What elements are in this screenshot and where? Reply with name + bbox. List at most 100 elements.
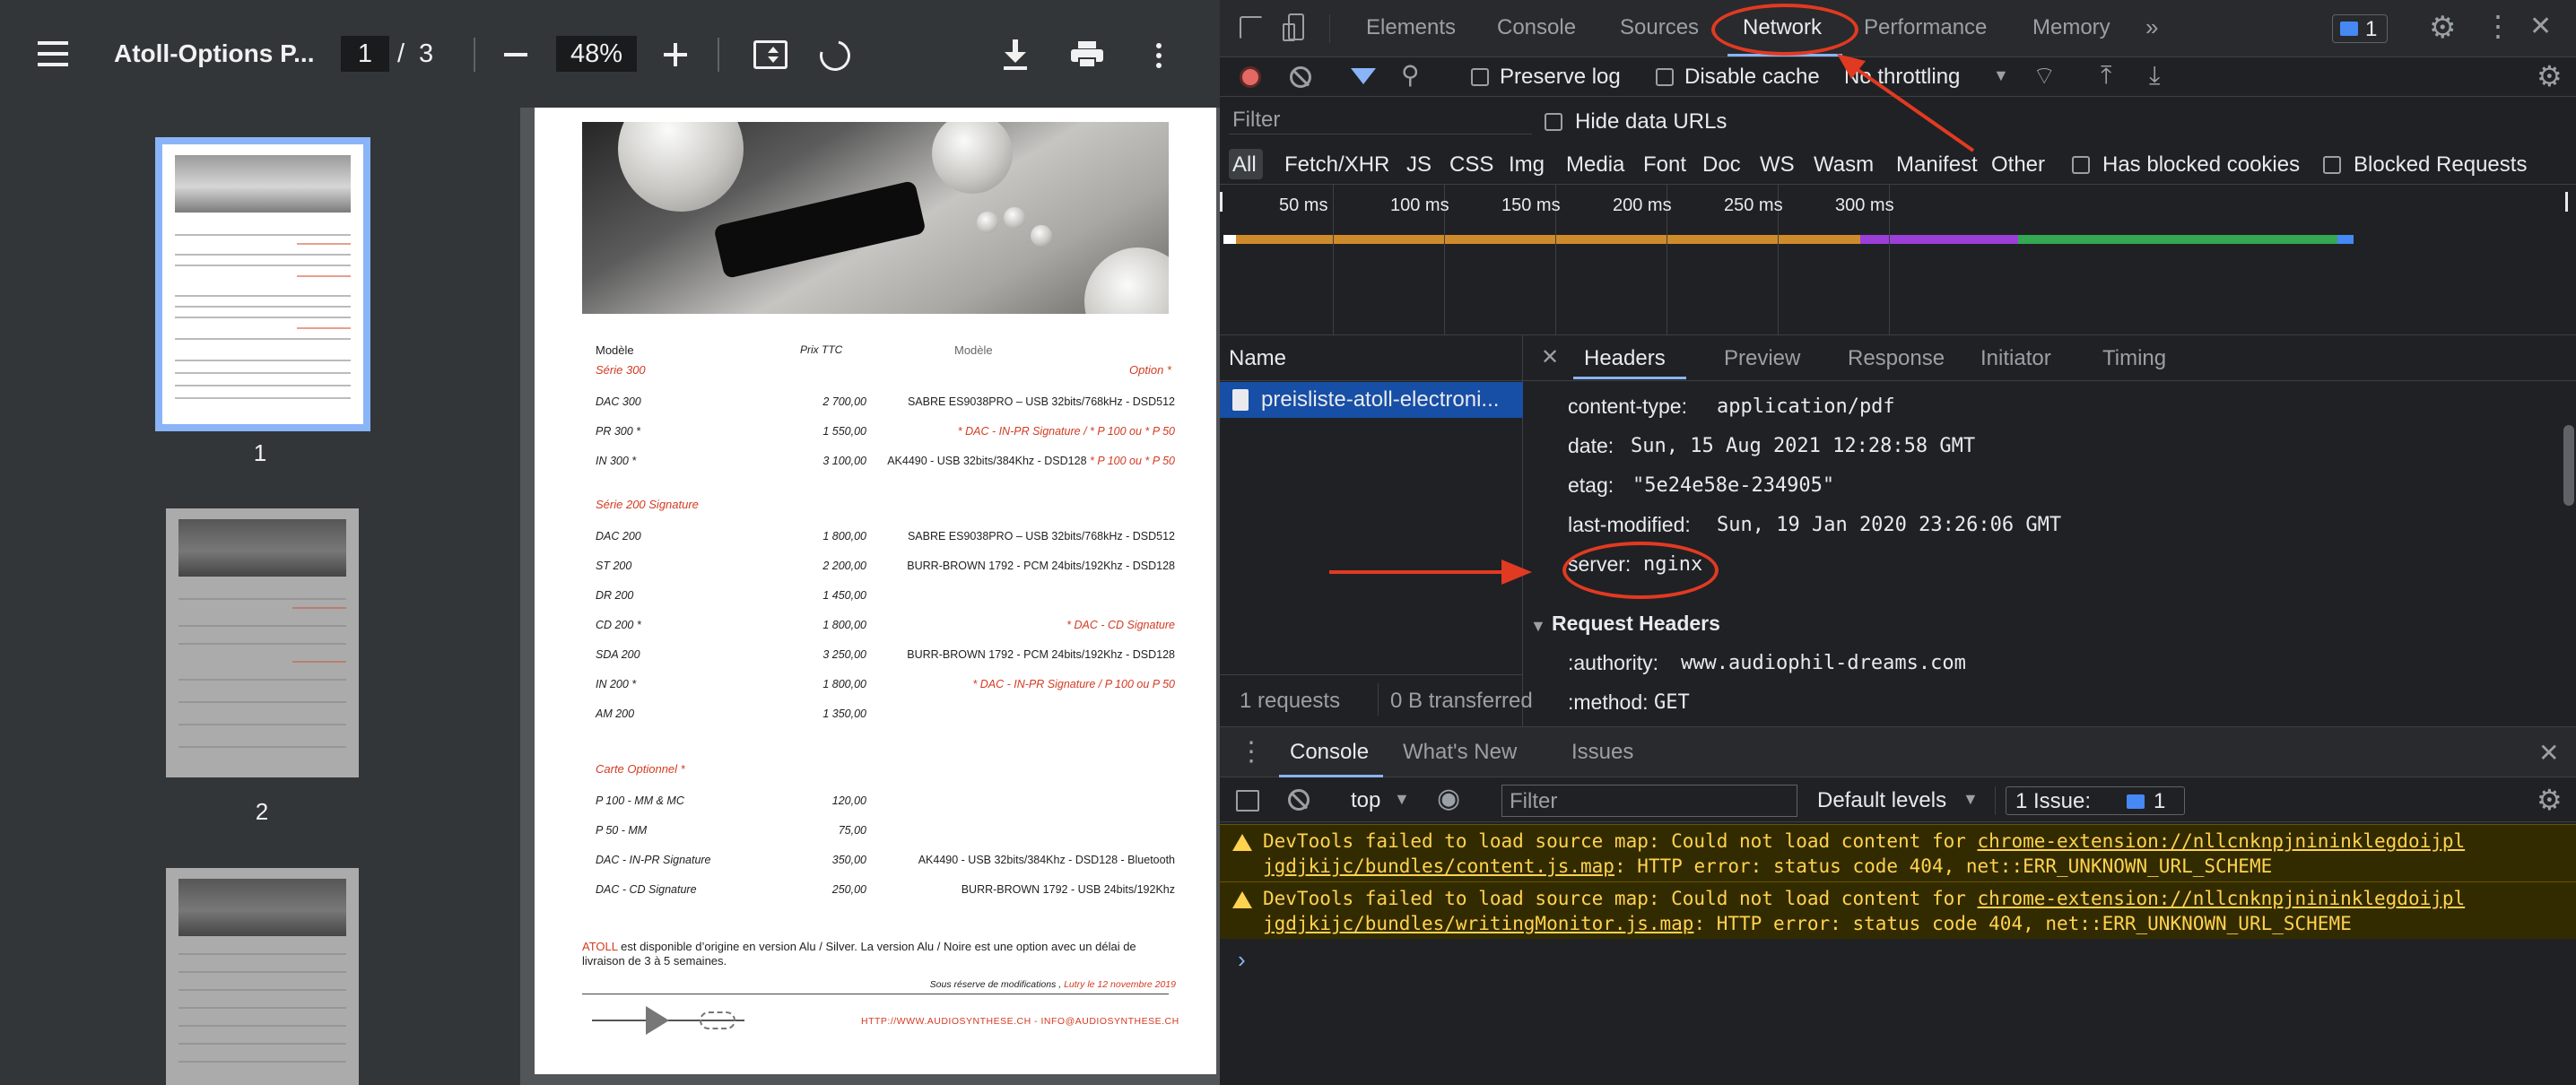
drawer-tab-console[interactable]: Console — [1290, 740, 1369, 765]
network-conditions-icon[interactable]: ⌔ — [2032, 61, 2056, 92]
live-expression-eye-icon[interactable]: ◉ — [1437, 783, 1460, 814]
type-filter-doc[interactable]: Doc — [1702, 152, 1741, 178]
tab-sources[interactable]: Sources — [1620, 15, 1699, 40]
disable-cache-checkbox[interactable] — [1656, 68, 1674, 86]
response-header-value: Sun, 15 Aug 2021 12:28:58 GMT — [1631, 435, 1976, 457]
type-filter-manifest[interactable]: Manifest — [1896, 152, 1978, 178]
drawer-tabbar: ⋮ Console What's New Issues ✕ — [1220, 727, 2576, 777]
drawer-menu-icon[interactable]: ⋮ — [1238, 736, 1265, 768]
thumbnail-2[interactable] — [166, 508, 359, 777]
menu-icon[interactable] — [38, 41, 68, 66]
type-filter-all[interactable]: All — [1232, 152, 1257, 178]
tab-console[interactable]: Console — [1497, 15, 1576, 40]
blocked-requests-checkbox[interactable] — [2323, 156, 2341, 174]
type-filter-css[interactable]: CSS — [1449, 152, 1493, 178]
price-row-value: 250,00 — [831, 883, 866, 896]
export-har-icon[interactable]: ⤓ — [2149, 61, 2160, 91]
timeline-tick-label: 200 ms — [1613, 195, 1672, 215]
more-options-icon[interactable] — [1156, 43, 1163, 68]
type-filter-wasm[interactable]: Wasm — [1814, 152, 1874, 178]
type-filter-other[interactable]: Other — [1991, 152, 2045, 178]
zoom-level: 48% — [570, 39, 623, 68]
filter-input[interactable]: Filter — [1229, 106, 1532, 135]
has-blocked-cookies-checkbox[interactable] — [2072, 156, 2090, 174]
col-header-price: Prix TTC — [800, 343, 843, 356]
context-select[interactable]: top — [1351, 788, 1380, 813]
sidebar-toggle-icon[interactable] — [1236, 790, 1259, 812]
page-number-input[interactable]: 1 — [341, 36, 389, 72]
close-drawer-icon[interactable]: ✕ — [2538, 738, 2559, 768]
detail-tab-preview[interactable]: Preview — [1724, 346, 1800, 371]
annotation-circle-server — [1562, 542, 1719, 599]
type-filter-fetch-xhr[interactable]: Fetch/XHR — [1284, 152, 1389, 178]
console-warning-message[interactable]: DevTools failed to load source map: Coul… — [1220, 881, 2576, 939]
console-filter-input[interactable]: Filter — [1501, 785, 1797, 817]
zoom-out-icon[interactable] — [504, 53, 527, 56]
drawer-tab-issues[interactable]: Issues — [1571, 740, 1633, 765]
tab-elements[interactable]: Elements — [1366, 15, 1456, 40]
overview-handle-left[interactable] — [1220, 192, 1223, 212]
console-settings-icon[interactable]: ⚙ — [2537, 783, 2563, 817]
thumbnail-3[interactable] — [166, 868, 359, 1085]
fit-page-icon[interactable] — [753, 40, 788, 69]
inspect-element-icon[interactable] — [1240, 16, 1263, 39]
thumbnail-1[interactable] — [155, 137, 370, 431]
detail-tab-timing[interactable]: Timing — [2102, 346, 2166, 371]
filter-icon[interactable] — [1351, 68, 1376, 84]
record-icon[interactable] — [1240, 66, 1261, 88]
drawer-tab-whats-new[interactable]: What's New — [1403, 740, 1517, 765]
overview-handle-right[interactable] — [2565, 192, 2568, 212]
zoom-in-icon[interactable] — [664, 43, 687, 66]
chevron-down-icon[interactable]: ▼ — [1993, 66, 2009, 85]
hide-data-urls-label: Hide data URLs — [1575, 109, 1727, 134]
blocked-requests-label: Blocked Requests — [2354, 152, 2528, 177]
log-levels-chevron-icon[interactable]: ▼ — [1962, 790, 1979, 809]
request-row-selected[interactable]: preisliste-atoll-electroni... — [1220, 382, 1523, 418]
console-issues-button[interactable]: 1 Issue: 1 — [2006, 786, 2185, 815]
tab-performance[interactable]: Performance — [1864, 15, 1987, 40]
price-row-value: 1 800,00 — [822, 530, 866, 542]
detail-tab-initiator[interactable]: Initiator — [1980, 346, 2051, 371]
log-levels-select[interactable]: Default levels — [1817, 788, 1946, 813]
request-headers-toggle[interactable]: ▼ — [1530, 617, 1546, 636]
import-har-icon[interactable]: ⤒ — [2101, 61, 2111, 91]
col-header-model: Modèle — [596, 343, 634, 357]
detail-tab-response[interactable]: Response — [1848, 346, 1945, 371]
close-devtools-icon[interactable]: ✕ — [2529, 11, 2552, 42]
request-header-name: :authority: — [1568, 651, 1658, 674]
devtools-tabbar: Elements Console Sources Network Perform… — [1220, 0, 2576, 57]
timeline-overview[interactable]: 50 ms 100 ms 150 ms 200 ms 250 ms 300 ms — [1220, 185, 2576, 335]
type-filter-img[interactable]: Img — [1509, 152, 1545, 178]
name-column-header[interactable]: Name — [1229, 346, 1286, 371]
download-icon[interactable] — [1002, 39, 1029, 70]
source-map-link[interactable]: chrome-extension://nllcnknpjnininklegdoi… — [1978, 888, 2466, 909]
console-warning-message[interactable]: DevTools failed to load source map: Coul… — [1220, 824, 2576, 881]
type-filter-font[interactable]: Font — [1643, 152, 1686, 178]
context-chevron-icon[interactable]: ▼ — [1394, 790, 1410, 809]
close-details-icon[interactable]: ✕ — [1541, 344, 1559, 370]
rotate-icon[interactable] — [814, 34, 857, 77]
search-icon[interactable]: ⚲ — [1401, 60, 1420, 90]
page-current: 1 — [357, 39, 373, 68]
print-icon[interactable] — [1071, 41, 1103, 68]
source-map-link-continued[interactable]: jgdjkijc/bundles/writingMonitor.js.map — [1263, 913, 1693, 934]
details-scrollbar[interactable] — [2563, 425, 2574, 506]
customize-menu-icon[interactable]: ⋮ — [2484, 9, 2512, 43]
tab-memory[interactable]: Memory — [2032, 15, 2110, 40]
preserve-log-checkbox[interactable] — [1471, 68, 1489, 86]
type-filter-ws[interactable]: WS — [1760, 152, 1795, 178]
source-map-link-continued[interactable]: jgdjkijc/bundles/content.js.map — [1263, 855, 1614, 877]
settings-icon[interactable]: ⚙ — [2429, 10, 2456, 46]
zoom-input[interactable]: 48% — [556, 36, 637, 72]
issues-counter[interactable]: 1 — [2332, 14, 2388, 43]
detail-tab-headers[interactable]: Headers — [1584, 346, 1666, 371]
clear-console-icon[interactable] — [1288, 789, 1310, 811]
hide-data-urls-checkbox[interactable] — [1545, 113, 1562, 131]
network-settings-icon[interactable]: ⚙ — [2537, 59, 2563, 93]
type-filter-js[interactable]: JS — [1406, 152, 1432, 178]
console-prompt[interactable]: › — [1238, 946, 1246, 974]
source-map-link[interactable]: chrome-extension://nllcnknpjnininklegdoi… — [1978, 830, 2466, 852]
type-filter-media[interactable]: Media — [1566, 152, 1624, 178]
clear-icon[interactable] — [1290, 66, 1311, 88]
more-tabs-icon[interactable]: » — [2145, 13, 2158, 41]
